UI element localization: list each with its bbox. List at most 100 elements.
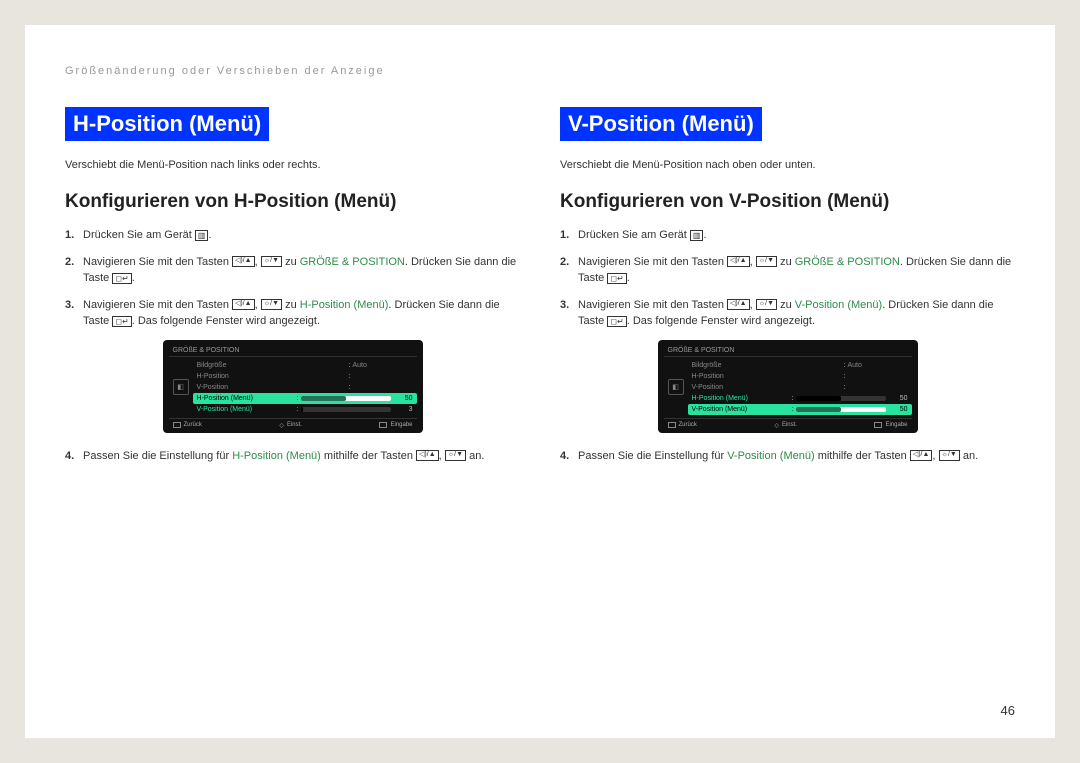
osd-screenshot: GRÖßE & POSITION ◧ Bildgröße:AutoH-Posit… (560, 340, 1015, 433)
step-text: Passen Sie die Einstellung für V-Positio… (578, 448, 1015, 465)
bright-down-icon: ☼/▼ (756, 256, 777, 267)
osd-title: GRÖßE & POSITION (169, 345, 417, 357)
text: Navigieren Sie mit den Tasten (83, 256, 232, 268)
step-text: Navigieren Sie mit den Tasten ◁)/▲, ☼/▼ … (83, 297, 520, 330)
section-desc: Verschiebt die Menü-Position nach oben o… (560, 159, 1015, 171)
osd-row-label: V-Position (Menü) (197, 406, 295, 413)
bright-down-icon: ☼/▼ (261, 299, 282, 310)
osd-list: Bildgröße:AutoH-Position:V-Position:H-Po… (193, 360, 417, 415)
osd-panel: GRÖßE & POSITION ◧ Bildgröße:AutoH-Posit… (163, 340, 423, 433)
osd-panel: GRÖßE & POSITION ◧ Bildgröße:AutoH-Posit… (658, 340, 918, 433)
left-column: H-Position (Menü) Verschiebt die Menü-Po… (65, 107, 520, 474)
osd-slider: 50 (796, 395, 908, 402)
osd-value: Auto (848, 362, 908, 369)
text: . (703, 229, 706, 241)
volume-up-icon: ◁)/▲ (232, 299, 255, 310)
step-number: 3. (65, 297, 83, 330)
nav-target: GRÖßE & POSITION (300, 256, 405, 268)
osd-row-label: Bildgröße (197, 362, 347, 369)
osd-row: H-Position (Menü):50 (193, 393, 417, 404)
nav-target: H-Position (Menü) (300, 299, 389, 311)
box-icon (173, 422, 181, 428)
osd-footer-adjust: ◇Einst. (774, 422, 797, 429)
text: an. (960, 450, 978, 462)
osd-footer: Zurück ◇Einst. Eingabe (664, 418, 912, 430)
osd-row-label: Bildgröße (692, 362, 842, 369)
osd-footer-adjust: ◇Einst. (279, 422, 302, 429)
text: mithilfe der Tasten (815, 450, 910, 462)
text: Navigieren Sie mit den Tasten (578, 256, 727, 268)
text: zu (777, 256, 795, 268)
text: Passen Sie die Einstellung für (578, 450, 727, 462)
osd-row: V-Position (Menü):50 (688, 404, 912, 415)
subsection-title: Konfigurieren von V-Position (Menü) (560, 191, 1015, 213)
osd-separator: : (347, 384, 353, 391)
osd-row: Bildgröße:Auto (688, 360, 912, 371)
volume-up-icon: ◁)/▲ (416, 450, 439, 461)
osd-list: Bildgröße:AutoH-Position:V-Position:H-Po… (688, 360, 912, 415)
osd-row: V-Position (Menü):3 (193, 404, 417, 415)
osd-slider: 50 (796, 406, 908, 413)
content-columns: H-Position (Menü) Verschiebt die Menü-Po… (65, 107, 1015, 474)
menu-button-icon: ▥ (690, 230, 704, 241)
osd-footer-back: Zurück (173, 422, 202, 429)
section-desc: Verschiebt die Menü-Position nach links … (65, 159, 520, 171)
chapter-header: Größenänderung oder Verschieben der Anze… (65, 65, 1015, 77)
step-text: Navigieren Sie mit den Tasten ◁)/▲, ☼/▼ … (578, 297, 1015, 330)
label: Zurück (184, 422, 202, 428)
osd-row: H-Position (Menü):50 (688, 393, 912, 404)
step-number: 3. (560, 297, 578, 330)
nav-target: V-Position (Menü) (795, 299, 882, 311)
text: zu (282, 256, 300, 268)
step-1: 1. Drücken Sie am Gerät ▥. (560, 227, 1015, 244)
text: . (132, 272, 135, 284)
text: Passen Sie die Einstellung für (83, 450, 232, 462)
text: Navigieren Sie mit den Tasten (83, 299, 232, 311)
section-title-h-position: H-Position (Menü) (65, 107, 269, 141)
box-icon (668, 422, 676, 428)
page-number: 46 (1001, 703, 1015, 718)
menu-button-icon: ▥ (195, 230, 209, 241)
text: mithilfe der Tasten (321, 450, 416, 462)
step-3: 3. Navigieren Sie mit den Tasten ◁)/▲, ☼… (560, 297, 1015, 330)
enter-icon (379, 422, 387, 428)
osd-separator: : (347, 373, 353, 380)
osd-row: H-Position: (688, 371, 912, 382)
label: Zurück (679, 422, 697, 428)
osd-value: 50 (890, 395, 908, 402)
bright-down-icon: ☼/▼ (939, 450, 960, 461)
osd-row-label: H-Position (692, 373, 842, 380)
label: Einst. (287, 422, 302, 428)
step-number: 2. (65, 254, 83, 287)
bright-down-icon: ☼/▼ (261, 256, 282, 267)
osd-row-label: H-Position (197, 373, 347, 380)
step-number: 1. (65, 227, 83, 244)
bright-down-icon: ☼/▼ (445, 450, 466, 461)
osd-row-label: V-Position (692, 384, 842, 391)
text: Drücken Sie am Gerät (578, 229, 690, 241)
volume-up-icon: ◁)/▲ (232, 256, 255, 267)
step-number: 4. (560, 448, 578, 465)
arrows-icon: ◇ (279, 422, 284, 429)
osd-separator: : (842, 373, 848, 380)
nav-target: V-Position (Menü) (727, 450, 814, 462)
step-number: 2. (560, 254, 578, 287)
step-text: Passen Sie die Einstellung für H-Positio… (83, 448, 520, 465)
step-text: Drücken Sie am Gerät ▥. (578, 227, 1015, 244)
enter-button-icon: ◻↵ (112, 316, 131, 327)
osd-row: V-Position: (688, 382, 912, 393)
enter-icon (874, 422, 882, 428)
text: Navigieren Sie mit den Tasten (578, 299, 727, 311)
label: Einst. (782, 422, 797, 428)
osd-category-icon: ◧ (664, 360, 688, 415)
step-2: 2. Navigieren Sie mit den Tasten ◁)/▲, ☼… (560, 254, 1015, 287)
osd-row-label: H-Position (Menü) (692, 395, 790, 402)
step-number: 4. (65, 448, 83, 465)
text: zu (282, 299, 300, 311)
manual-page: Größenänderung oder Verschieben der Anze… (25, 25, 1055, 738)
text: . (627, 272, 630, 284)
bright-down-icon: ☼/▼ (756, 299, 777, 310)
step-4: 4. Passen Sie die Einstellung für H-Posi… (65, 448, 520, 465)
osd-row: H-Position: (193, 371, 417, 382)
text: zu (777, 299, 795, 311)
